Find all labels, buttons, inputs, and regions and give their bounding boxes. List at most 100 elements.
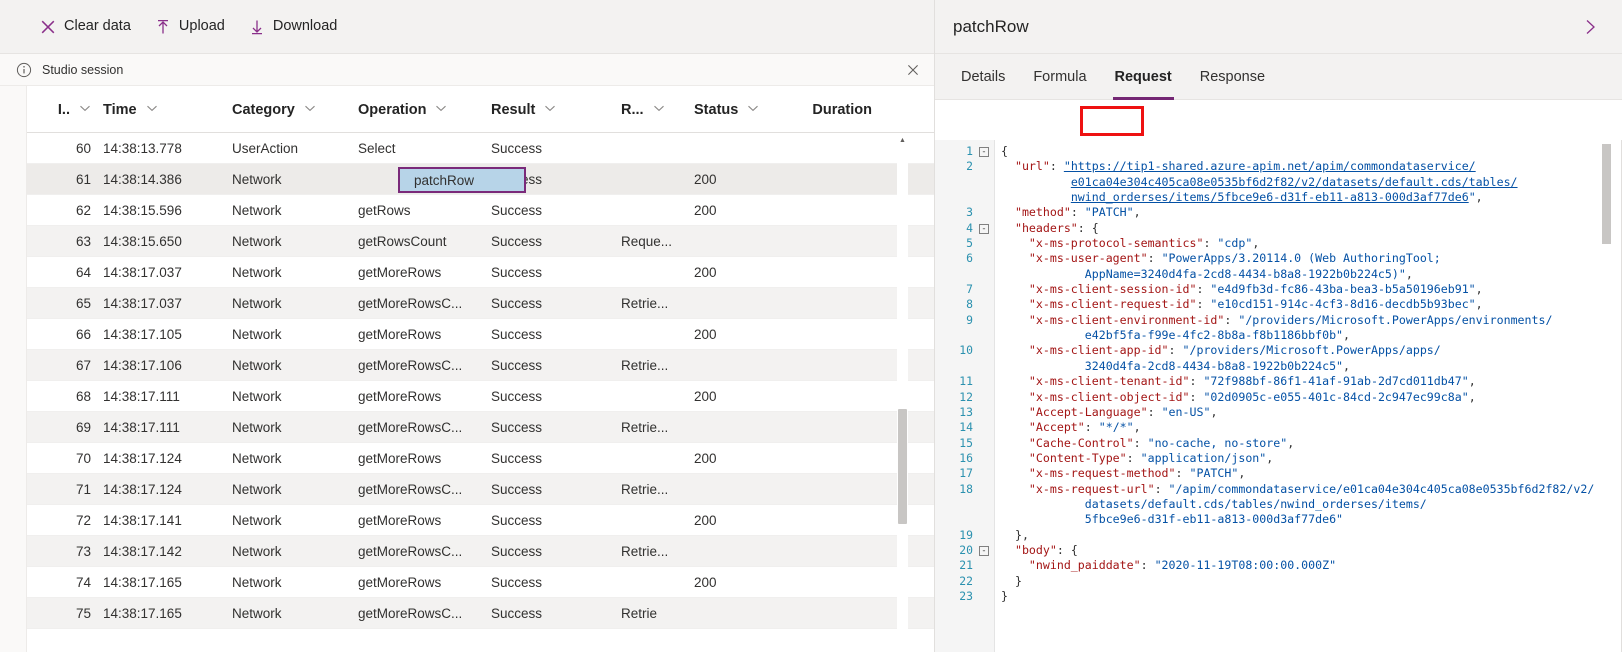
- cell-category[interactable]: Network: [232, 164, 356, 195]
- cell-operation[interactable]: getMoreRows: [358, 319, 478, 350]
- code-content[interactable]: 1-{2 "url": "https://tip1-shared.azure-a…: [935, 144, 1622, 652]
- cell-r[interactable]: Retrie...: [621, 412, 699, 443]
- cell-r[interactable]: Retrie: [621, 598, 699, 629]
- cell-category[interactable]: Network: [232, 412, 356, 443]
- column-header-status[interactable]: Status: [694, 86, 782, 133]
- cell-result[interactable]: Success: [491, 598, 597, 629]
- cell-operation[interactable]: getMoreRows: [358, 257, 478, 288]
- table-row[interactable]: 6414:38:17.037NetworkgetMoreRowsSuccess2…: [27, 257, 934, 288]
- chevron-right-icon[interactable]: [1578, 15, 1602, 39]
- cell-result[interactable]: Success: [491, 536, 597, 567]
- cell-operation[interactable]: getMoreRows: [358, 381, 478, 412]
- close-icon[interactable]: [902, 59, 924, 81]
- cell-operation[interactable]: getMoreRowsC...: [358, 412, 478, 443]
- cell-category[interactable]: UserAction: [232, 133, 356, 164]
- cell-index[interactable]: 63: [27, 226, 91, 257]
- code-fold-toggle-icon[interactable]: -: [979, 147, 989, 157]
- cell-time[interactable]: 14:38:14.386: [103, 164, 213, 195]
- cell-index[interactable]: 64: [27, 257, 91, 288]
- column-header-category[interactable]: Category: [232, 86, 356, 133]
- cell-index[interactable]: 73: [27, 536, 91, 567]
- cell-operation[interactable]: getMoreRows: [358, 505, 478, 536]
- tab-formula[interactable]: Formula: [1019, 54, 1100, 100]
- cell-index[interactable]: 65: [27, 288, 91, 319]
- table-row[interactable]: 7114:38:17.124NetworkgetMoreRowsC...Succ…: [27, 474, 934, 505]
- cell-category[interactable]: Network: [232, 598, 356, 629]
- cell-category[interactable]: Network: [232, 474, 356, 505]
- cell-r[interactable]: Reque...: [621, 226, 699, 257]
- cell-category[interactable]: Network: [232, 195, 356, 226]
- cell-category[interactable]: Network: [232, 536, 356, 567]
- column-header-r[interactable]: R...: [621, 86, 699, 133]
- cell-time[interactable]: 14:38:17.165: [103, 598, 213, 629]
- table-row[interactable]: 6514:38:17.037NetworkgetMoreRowsC...Succ…: [27, 288, 934, 319]
- cell-status[interactable]: 200: [694, 443, 782, 474]
- cell-result[interactable]: Success: [491, 567, 597, 598]
- table-row[interactable]: 6614:38:17.105NetworkgetMoreRowsSuccess2…: [27, 319, 934, 350]
- cell-time[interactable]: 14:38:17.037: [103, 257, 213, 288]
- cell-result[interactable]: Success: [491, 257, 597, 288]
- clear-data-button[interactable]: Clear data: [28, 7, 143, 47]
- chevron-down-icon[interactable]: [304, 102, 316, 118]
- cell-result[interactable]: Success: [491, 443, 597, 474]
- chevron-down-icon[interactable]: [747, 102, 759, 118]
- scroll-up-arrow-icon[interactable]: ▲: [897, 134, 908, 146]
- table-row[interactable]: 7214:38:17.141NetworkgetMoreRowsSuccess2…: [27, 505, 934, 536]
- column-header-time[interactable]: Time: [103, 86, 213, 133]
- code-vertical-scrollbar[interactable]: [1601, 140, 1612, 652]
- table-row[interactable]: 6814:38:17.111NetworkgetMoreRowsSuccess2…: [27, 381, 934, 412]
- table-row[interactable]: 73 14:38:17.142 NetworkgetMoreRowsC... Succ…: [27, 536, 934, 567]
- cell-index[interactable]: 68: [27, 381, 91, 412]
- cell-time[interactable]: 14:38:17.124: [103, 474, 213, 505]
- table-row[interactable]: 7014:38:17.124NetworkgetMoreRowsSuccess2…: [27, 443, 934, 474]
- cell-status[interactable]: 200: [694, 567, 782, 598]
- cell-r[interactable]: Retrie...: [621, 288, 699, 319]
- cell-time[interactable]: 14:38:17.142: [103, 536, 213, 567]
- cell-index[interactable]: 74: [27, 567, 91, 598]
- cell-index[interactable]: 66: [27, 319, 91, 350]
- cell-operation[interactable]: Select: [358, 133, 478, 164]
- cell-result[interactable]: Success: [491, 133, 597, 164]
- cell-category[interactable]: Network: [232, 567, 356, 598]
- table-row[interactable]: 6914:38:17.111NetworkgetMoreRowsC...Succ…: [27, 412, 934, 443]
- cell-status[interactable]: 200: [694, 195, 782, 226]
- code-scrollbar-thumb[interactable]: [1602, 144, 1611, 244]
- cell-r[interactable]: Retrie...: [621, 474, 699, 505]
- cell-time[interactable]: 14:38:17.165: [103, 567, 213, 598]
- table-row[interactable]: 6014:38:13.778UserActionSelectSuccess: [27, 133, 934, 164]
- cell-operation[interactable]: getMoreRowsC...: [358, 598, 478, 629]
- request-json-viewer[interactable]: 1-{2 "url": "https://tip1-shared.azure-a…: [935, 140, 1622, 652]
- column-header-index[interactable]: I..: [27, 86, 91, 133]
- cell-result[interactable]: Success: [491, 350, 597, 381]
- cell-operation[interactable]: getRows: [358, 195, 478, 226]
- cell-time[interactable]: 14:38:13.778: [103, 133, 213, 164]
- table-row[interactable]: 6314:38:15.650NetworkgetRowsCountSuccess…: [27, 226, 934, 257]
- tab-request[interactable]: Request: [1101, 54, 1186, 100]
- cell-category[interactable]: Network: [232, 381, 356, 412]
- cell-index[interactable]: 72: [27, 505, 91, 536]
- cell-time[interactable]: 14:38:17.037: [103, 288, 213, 319]
- cell-operation[interactable]: getMoreRowsC...: [358, 474, 478, 505]
- scrollbar-track[interactable]: [897, 134, 908, 652]
- cell-status[interactable]: 200: [694, 505, 782, 536]
- cell-index[interactable]: 70: [27, 443, 91, 474]
- tab-response[interactable]: Response: [1186, 54, 1279, 100]
- table-row[interactable]: 7514:38:17.165NetworkgetMoreRowsC...Succ…: [27, 598, 934, 629]
- cell-operation[interactable]: getMoreRows: [358, 443, 478, 474]
- cell-result[interactable]: Success: [491, 412, 597, 443]
- cell-time[interactable]: 14:38:17.105: [103, 319, 213, 350]
- chevron-down-icon[interactable]: [146, 102, 158, 118]
- table-row[interactable]: 6114:38:14.386NetworkSuccess200patchRow: [27, 164, 934, 195]
- column-header-result[interactable]: Result: [491, 86, 597, 133]
- cell-operation[interactable]: getMoreRowsC...: [358, 536, 478, 567]
- cell-operation[interactable]: getRowsCount: [358, 226, 478, 257]
- cell-category[interactable]: Network: [232, 226, 356, 257]
- tab-details[interactable]: Details: [947, 54, 1019, 100]
- cell-operation[interactable]: getMoreRowsC...: [358, 350, 478, 381]
- cell-operation[interactable]: getMoreRows: [358, 567, 478, 598]
- cell-status[interactable]: 200: [694, 164, 782, 195]
- cell-result[interactable]: Success: [491, 505, 597, 536]
- chevron-down-icon[interactable]: [544, 102, 556, 118]
- column-header-operation[interactable]: Operation: [358, 86, 478, 133]
- table-row[interactable]: 6214:38:15.596NetworkgetRowsSuccess200: [27, 195, 934, 226]
